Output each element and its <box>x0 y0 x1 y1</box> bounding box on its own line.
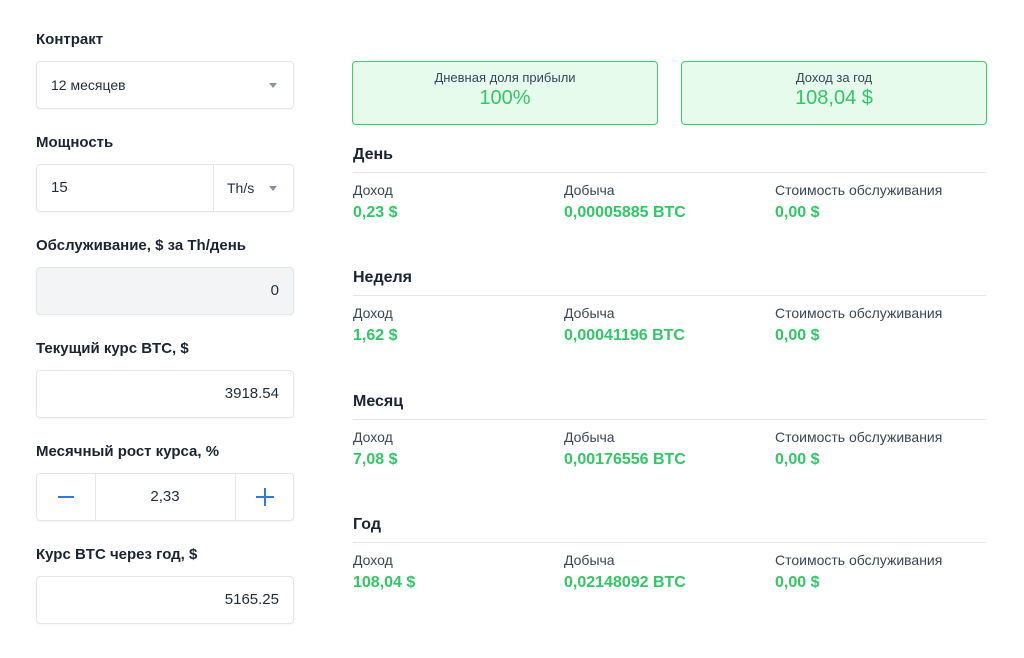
maintenance-cost-label: Стоимость обслуживания <box>775 429 943 445</box>
maintenance-cost-label: Стоимость обслуживания <box>775 182 943 198</box>
maintenance-cost-column: Стоимость обслуживания 0,00 $ <box>775 552 942 592</box>
monthly-growth-input[interactable]: 2,33 <box>95 474 235 520</box>
maintenance-label: Обслуживание, $ за Th/день <box>36 237 247 254</box>
income-value: 108,04 $ <box>353 574 416 591</box>
power-unit-value: Th/s <box>227 180 255 196</box>
btc-year-label: Курс BTC через год, $ <box>36 546 198 563</box>
btc-rate-label: Текущий курс BTC, $ <box>36 340 189 357</box>
mining-column: Добыча 0,00005885 BTC <box>564 182 686 222</box>
power-unit-divider <box>213 165 214 211</box>
monthly-growth-label: Месячный рост курса, % <box>36 443 220 460</box>
maintenance-cost-column: Стоимость обслуживания 0,00 $ <box>775 305 942 345</box>
yearly-income-card: Доход за год 108,04 $ <box>681 61 987 125</box>
mining-label: Добыча <box>564 305 615 321</box>
divider <box>353 419 986 420</box>
decrement-button[interactable] <box>37 474 95 520</box>
maintenance-cost-value: 0,00 $ <box>775 327 820 344</box>
income-value: 1,62 $ <box>353 327 398 344</box>
contract-selected-value: 12 месяцев <box>51 77 126 93</box>
mining-value: 0,00041196 BTC <box>564 327 685 344</box>
income-label: Доход <box>353 429 393 445</box>
period-title: День <box>353 146 393 163</box>
mining-label: Добыча <box>564 182 615 198</box>
power-label: Мощность <box>36 134 114 151</box>
divider <box>353 295 986 296</box>
income-label: Доход <box>353 305 393 321</box>
mining-value: 0,00005885 BTC <box>564 204 686 221</box>
divider <box>353 542 986 543</box>
minus-icon <box>58 496 74 498</box>
contract-select[interactable]: 12 месяцев <box>36 61 294 109</box>
income-column: Доход 0,23 $ <box>353 182 397 222</box>
mining-label: Добыча <box>564 552 615 568</box>
income-column: Доход 108,04 $ <box>353 552 415 592</box>
income-value: 0,23 $ <box>353 204 398 221</box>
power-input-group: 15 Th/s <box>36 164 294 212</box>
chevron-down-icon <box>269 186 277 191</box>
period-title: Неделя <box>353 269 413 286</box>
maintenance-value: 0 <box>270 282 279 299</box>
income-value: 7,08 $ <box>353 451 398 468</box>
divider <box>353 172 986 173</box>
income-label: Доход <box>353 552 393 568</box>
maintenance-input[interactable]: 0 <box>36 267 294 315</box>
period-title: Месяц <box>353 393 404 410</box>
btc-year-value: 5165.25 <box>224 591 279 608</box>
monthly-growth-stepper: 2,33 <box>36 473 294 521</box>
increment-button[interactable] <box>236 474 294 520</box>
daily-share-value: 100% <box>479 87 531 109</box>
mining-column: Добыча 0,00041196 BTC <box>564 305 685 345</box>
btc-rate-input[interactable]: 3918.54 <box>36 370 294 418</box>
yearly-income-caption: Доход за год <box>795 70 873 85</box>
chevron-down-icon <box>269 83 277 88</box>
mining-column: Добыча 0,02148092 BTC <box>564 552 686 592</box>
btc-rate-value: 3918.54 <box>224 385 279 402</box>
maintenance-cost-label: Стоимость обслуживания <box>775 552 943 568</box>
maintenance-cost-column: Стоимость обслуживания 0,00 $ <box>775 429 942 469</box>
income-column: Доход 7,08 $ <box>353 429 397 469</box>
mining-value: 0,00176556 BTC <box>564 451 686 468</box>
period-title: Год <box>353 516 381 533</box>
daily-share-caption: Дневная доля прибыли <box>434 70 576 85</box>
maintenance-cost-value: 0,00 $ <box>775 574 820 591</box>
contract-label: Контракт <box>36 31 104 48</box>
yearly-income-value: 108,04 $ <box>795 87 873 109</box>
plus-icon <box>256 488 274 506</box>
btc-year-input[interactable]: 5165.25 <box>36 576 294 624</box>
maintenance-cost-value: 0,00 $ <box>775 451 820 468</box>
power-input[interactable]: 15 <box>51 165 68 211</box>
mining-column: Добыча 0,00176556 BTC <box>564 429 686 469</box>
income-column: Доход 1,62 $ <box>353 305 397 345</box>
mining-label: Добыча <box>564 429 615 445</box>
income-label: Доход <box>353 182 393 198</box>
maintenance-cost-column: Стоимость обслуживания 0,00 $ <box>775 182 942 222</box>
maintenance-cost-label: Стоимость обслуживания <box>775 305 943 321</box>
daily-share-card: Дневная доля прибыли 100% <box>352 61 658 125</box>
maintenance-cost-value: 0,00 $ <box>775 204 820 221</box>
mining-value: 0,02148092 BTC <box>564 574 686 591</box>
